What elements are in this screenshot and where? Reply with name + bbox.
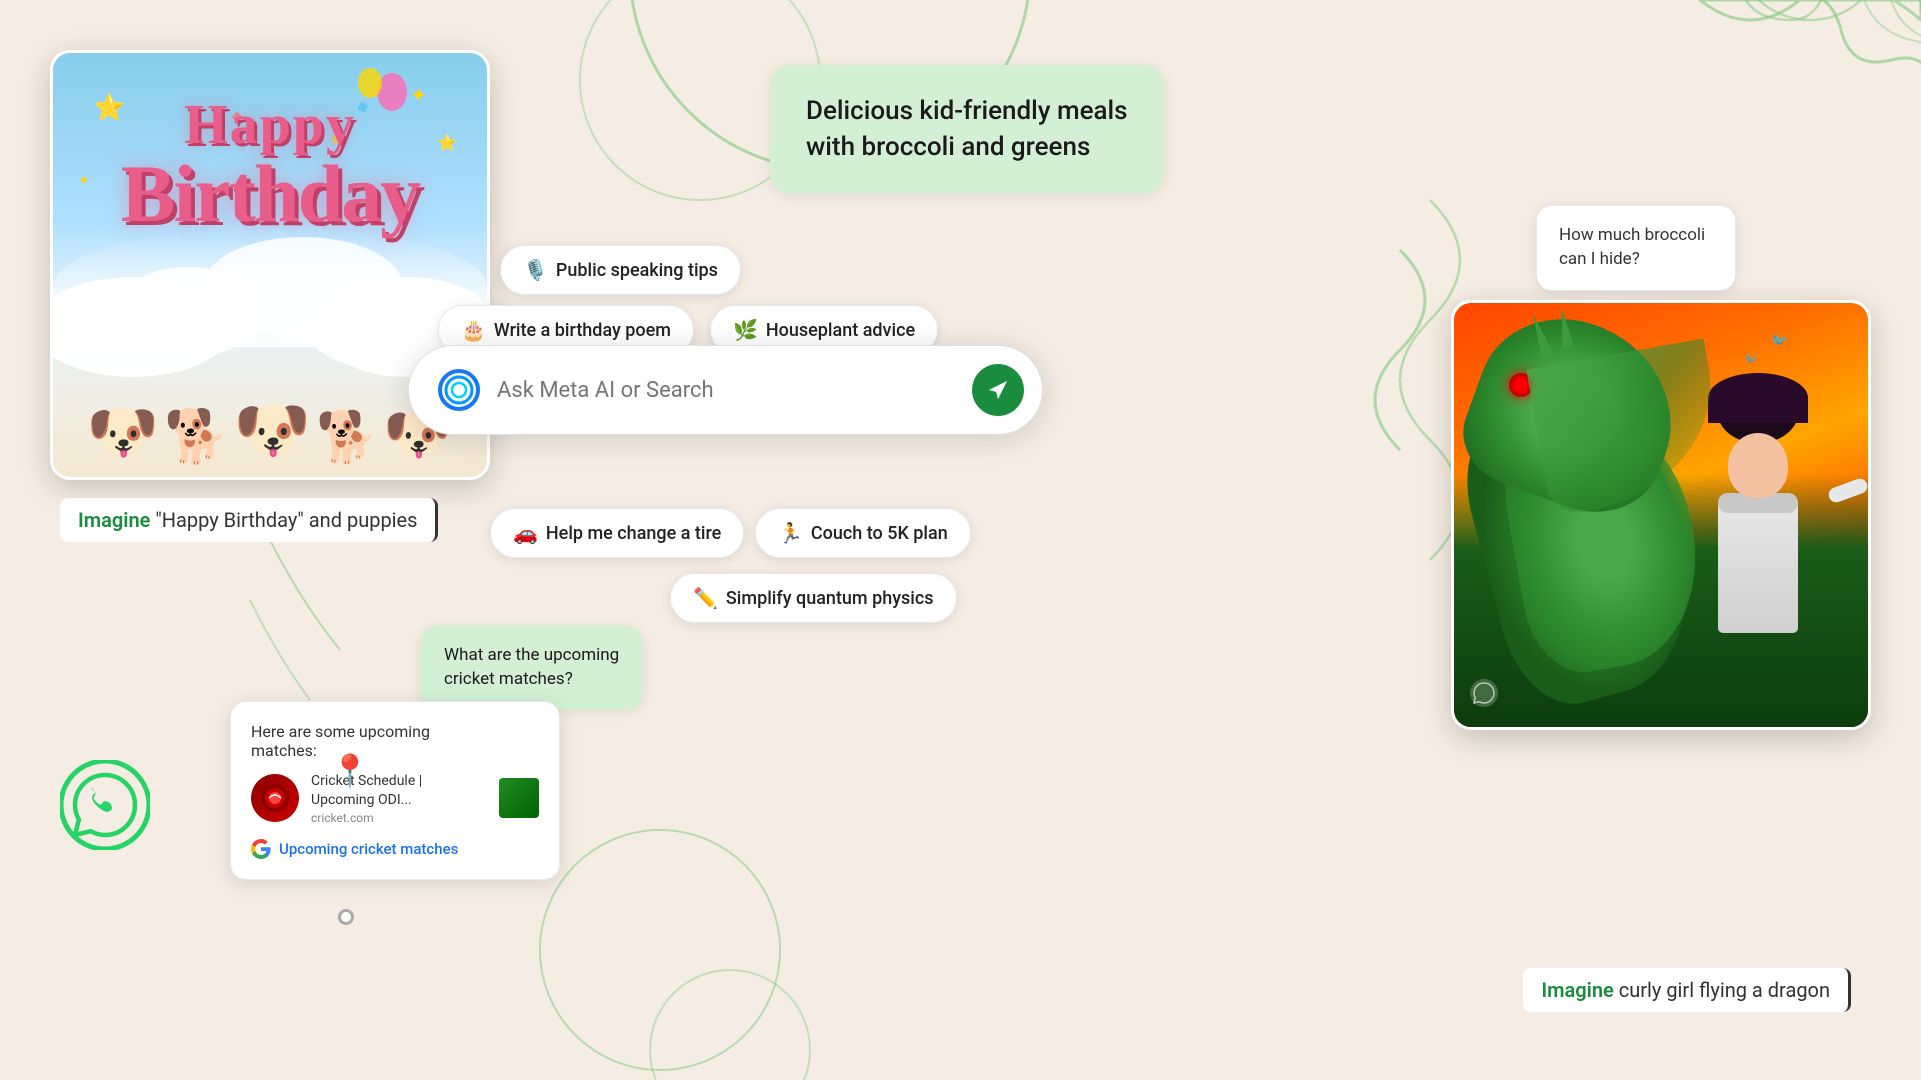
location-dot <box>338 909 354 925</box>
puppy-2: 🐕 <box>164 406 229 467</box>
imagine-dragon-caption: Imagine curly girl flying a dragon <box>1523 968 1851 1012</box>
pill-label-change-tire: Help me change a tire <box>546 523 721 544</box>
cricket-result-card: Here are some upcomingmatches: Cricket S… <box>230 701 560 880</box>
pill-label-couch-5k: Couch to 5K plan <box>811 523 948 544</box>
cake-icon: 🎂 <box>461 318 486 342</box>
search-submit-button[interactable] <box>972 364 1024 416</box>
pill-public-speaking[interactable]: 🎙️ Public speaking tips <box>500 245 741 295</box>
birthday-text: Birthday <box>121 157 419 231</box>
star-decoration-4: ✦ <box>78 173 90 189</box>
pill-quantum[interactable]: ✏️ Simplify quantum physics <box>670 573 957 623</box>
pencil-icon: ✏️ <box>693 586 718 610</box>
search-input[interactable] <box>497 378 956 403</box>
pill-change-tire[interactable]: 🚗 Help me change a tire <box>490 508 744 558</box>
imagine-birthday-caption: Imagine "Happy Birthday" and puppies <box>60 498 438 542</box>
google-link-label: Upcoming cricket matches <box>279 840 458 858</box>
pill-label-birthday-poem: Write a birthday poem <box>494 320 671 341</box>
broccoli-chat-bubble: How much broccoli can I hide? <box>1536 205 1736 291</box>
cricket-result-url: cricket.com <box>311 811 487 825</box>
imagine-word-dragon: Imagine <box>1541 978 1613 1002</box>
imagine-word-birthday: Imagine <box>78 508 150 532</box>
microphone-icon: 🎙️ <box>523 258 548 282</box>
imagine-rest-birthday: "Happy Birthday" and puppies <box>150 508 417 532</box>
meals-text: Delicious kid-friendly mealswith broccol… <box>806 96 1128 162</box>
puppy-3: 🐶 <box>234 394 311 467</box>
dragon-image-card: 🐦 🐦 <box>1451 300 1871 730</box>
watermark <box>1469 678 1499 712</box>
puzzle-decoration <box>1591 0 1921 240</box>
google-icon <box>251 839 271 859</box>
imagine-rest-dragon: curly girl flying a dragon <box>1614 978 1830 1002</box>
meals-chat-bubble: Delicious kid-friendly mealswith broccol… <box>770 65 1164 194</box>
location-pin-top: 📍 <box>330 752 370 790</box>
search-bar <box>408 345 1043 435</box>
broccoli-text: How much broccoli can I hide? <box>1559 225 1705 269</box>
star-decoration-3: ⭐ <box>437 133 457 152</box>
cricket-query-bubble: What are the upcomingcricket matches? <box>420 626 643 710</box>
whatsapp-icon[interactable] <box>60 760 150 850</box>
result-thumbnail <box>499 778 539 818</box>
car-icon: 🚗 <box>513 521 538 545</box>
pill-label-houseplant: Houseplant advice <box>766 320 915 341</box>
pill-label-public-speaking: Public speaking tips <box>556 260 718 281</box>
puppy-1: 🐶 <box>87 399 159 467</box>
search-container <box>408 345 1043 435</box>
plant-icon: 🌿 <box>733 318 758 342</box>
pill-couch-5k[interactable]: 🏃 Couch to 5K plan <box>755 508 971 558</box>
cricket-result-item[interactable]: Cricket Schedule | Upcoming ODI... crick… <box>251 772 539 825</box>
cricket-google-link[interactable]: Upcoming cricket matches <box>251 839 539 859</box>
cricket-query-text: What are the upcomingcricket matches? <box>444 645 619 689</box>
cricket-intro-text: Here are some upcomingmatches: <box>251 722 539 760</box>
puppy-4: 🐕 <box>316 409 378 467</box>
runner-icon: 🏃 <box>778 521 803 545</box>
cricket-logo <box>251 774 299 822</box>
pill-label-quantum: Simplify quantum physics <box>726 588 934 609</box>
meta-ai-logo <box>437 368 481 412</box>
